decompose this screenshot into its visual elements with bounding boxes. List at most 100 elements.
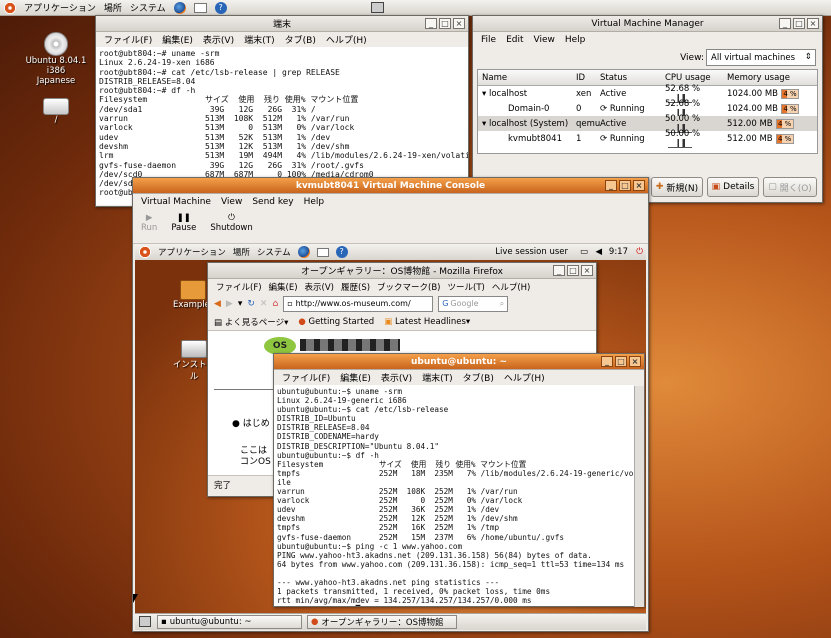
firefox-menu-item[interactable]: ファイル(F) (216, 281, 262, 293)
menu-places[interactable]: 場所 (104, 1, 122, 14)
firefox-menu-item[interactable]: 表示(V) (305, 281, 334, 293)
maximize-button[interactable]: □ (619, 180, 631, 191)
mail-launcher-icon[interactable] (316, 247, 329, 257)
reload-icon[interactable]: ↻ (247, 299, 255, 309)
minimize-button[interactable]: _ (605, 180, 617, 191)
bookmark-most-visited[interactable]: ▤ よく見るページ▾ (214, 316, 288, 328)
titlebar[interactable]: Virtual Machine Manager _ □ × (473, 16, 822, 32)
minimize-button[interactable]: _ (601, 356, 613, 367)
back-icon[interactable]: ◀ (214, 299, 221, 309)
scrollbar[interactable] (634, 386, 644, 607)
minimize-button[interactable]: _ (425, 18, 437, 29)
console-menu-item[interactable]: View (221, 197, 242, 207)
details-button[interactable]: ▣ Details (707, 177, 759, 197)
home-icon[interactable]: ⌂ (272, 299, 278, 309)
col-status[interactable]: Status (597, 73, 662, 83)
open-button[interactable]: ▢ 開く(O) (763, 177, 817, 197)
vm-row[interactable]: ▾ localhost (System) qemu Active 50.00 % 512… (478, 114, 817, 133)
terminal-menu-item[interactable]: 端末(T) (244, 33, 275, 46)
search-bar[interactable]: G Google ⌕ (438, 296, 509, 312)
firefox-menu-item[interactable]: ブックマーク(B) (377, 281, 440, 293)
minimize-button[interactable]: _ (779, 18, 791, 29)
titlebar[interactable]: ubuntu@ubuntu: ~ _ □ × (274, 354, 644, 370)
vm-row[interactable]: kvmubt8041 1 ⟳ Running 50.00 % 512.00 MB 4 % (478, 129, 817, 148)
terminal-menu-item[interactable]: ファイル(F) (104, 33, 152, 46)
console-menu-item[interactable]: Help (304, 197, 325, 207)
col-memory[interactable]: Memory usage (724, 73, 790, 83)
show-desktop-icon[interactable] (139, 616, 151, 627)
run-button[interactable]: ▶ Run (141, 209, 157, 243)
guest-terminal-menu-item[interactable]: 編集(E) (340, 371, 371, 384)
terminal-menu-item[interactable]: ヘルプ(H) (326, 33, 367, 46)
clock[interactable]: 9:17 (609, 247, 628, 257)
firefox-launcher-icon[interactable] (173, 1, 186, 14)
guest-terminal-menu-item[interactable]: タブ(B) (463, 371, 494, 384)
close-button[interactable]: × (629, 356, 641, 367)
vm-console-window[interactable]: kvmubt8041 Virtual Machine Console _ □ × V… (132, 177, 649, 632)
maximize-button[interactable]: □ (567, 265, 579, 276)
menu-places[interactable]: 場所 (233, 246, 250, 258)
new-vm-button[interactable]: ✚ 新規(N) (651, 177, 703, 197)
firefox-menu-item[interactable]: 編集(E) (269, 281, 298, 293)
close-button[interactable]: × (807, 18, 819, 29)
menu-system[interactable]: システム (130, 1, 166, 14)
close-button[interactable]: × (453, 18, 465, 29)
taskbar-item-terminal[interactable]: ▪ ubuntu@ubuntu: ~ (157, 615, 302, 629)
stop-icon[interactable]: ✕ (260, 299, 268, 309)
guest-terminal-window[interactable]: ubuntu@ubuntu: ~ _ □ × ファイル(F) 編集(E) 表示(V) 端末… (273, 353, 645, 607)
mail-launcher-icon[interactable] (193, 2, 207, 13)
help-launcher-icon[interactable]: ? (335, 246, 348, 258)
ubuntu-logo-icon[interactable] (4, 1, 16, 14)
guest-terminal-menu-item[interactable]: 端末(T) (422, 371, 453, 384)
terminal-menu-item[interactable]: 編集(E) (162, 33, 193, 46)
menu-applications[interactable]: アプリケーション (158, 246, 226, 258)
terminal-output[interactable]: ubuntu@ubuntu:~$ uname -srm Linux 2.6.24… (274, 385, 634, 606)
console-menu-item[interactable]: Virtual Machine (141, 197, 211, 207)
titlebar[interactable]: 端末 _ □ × (96, 16, 468, 32)
url-bar[interactable]: ▫ http://www.os-museum.com/ (283, 296, 434, 312)
volume-icon[interactable]: ◀ (595, 247, 602, 257)
taskbar-item-firefox[interactable]: ● オープンギャラリー：OS博物館 (307, 615, 457, 629)
maximize-button[interactable]: □ (793, 18, 805, 29)
terminal-menu-item[interactable]: タブ(B) (285, 33, 316, 46)
vmm-menu-item[interactable]: View (534, 35, 555, 45)
guest-screen[interactable]: アプリケーション 場所 システム ? Live session user ▭ ◀… (135, 244, 646, 630)
firefox-launcher-icon[interactable] (297, 246, 310, 258)
bookmark-getting-started[interactable]: ● Getting Started (298, 317, 374, 327)
titlebar[interactable]: kvmubt8041 Virtual Machine Console _ □ × (133, 178, 648, 194)
drive-desktop-icon[interactable]: / (36, 98, 76, 125)
vmm-menu-item[interactable]: Help (565, 35, 586, 45)
close-button[interactable]: × (581, 265, 593, 276)
ubuntu-logo-icon[interactable] (139, 246, 151, 258)
forward-icon[interactable]: ▶ (226, 299, 233, 309)
col-cpu[interactable]: CPU usage (662, 73, 724, 83)
console-menu-item[interactable]: Send key (252, 197, 293, 207)
pause-button[interactable]: ❚❚ Pause (171, 209, 196, 243)
close-button[interactable]: × (633, 180, 645, 191)
col-id[interactable]: ID (573, 73, 597, 83)
firefox-menu-item[interactable]: ヘルプ(H) (492, 281, 531, 293)
vmm-menu-item[interactable]: File (481, 35, 496, 45)
search-icon[interactable]: ⌕ (500, 299, 504, 309)
minimize-button[interactable]: _ (553, 265, 565, 276)
guest-terminal-menu-item[interactable]: ヘルプ(H) (504, 371, 545, 384)
maximize-button[interactable]: □ (439, 18, 451, 29)
guest-terminal-menu-item[interactable]: 表示(V) (381, 371, 412, 384)
vm-row[interactable]: Domain-0 0 ⟳ Running 52.68 % 1024.00 MB 4 % (478, 99, 817, 118)
menu-applications[interactable]: アプリケーション (24, 1, 96, 14)
vm-row[interactable]: ▾ localhost xen Active 52.68 % 1024.00 MB 4 % (478, 84, 817, 103)
vmm-menu-item[interactable]: Edit (506, 35, 523, 45)
menu-system[interactable]: システム (257, 246, 291, 258)
firefox-menu-item[interactable]: ツール(T) (448, 281, 485, 293)
view-select[interactable]: All virtual machines ⇕ (706, 49, 816, 66)
history-dropdown-icon[interactable]: ▾ (238, 299, 243, 309)
titlebar[interactable]: オープンギャラリー：OS博物館 - Mozilla Firefox _ □ × (208, 263, 596, 279)
help-launcher-icon[interactable]: ? (214, 1, 227, 14)
shutdown-button[interactable]: ⏻ Shutdown (210, 209, 252, 243)
bookmark-latest-headlines[interactable]: ▣ Latest Headlines▾ (384, 317, 470, 327)
guest-terminal-menu-item[interactable]: ファイル(F) (282, 371, 330, 384)
firefox-menu-item[interactable]: 履歴(S) (341, 281, 370, 293)
vmm-window[interactable]: Virtual Machine Manager _ □ × File Edit View… (472, 15, 823, 203)
user-switcher[interactable]: Live session user (495, 247, 568, 257)
col-name[interactable]: Name (478, 73, 573, 83)
